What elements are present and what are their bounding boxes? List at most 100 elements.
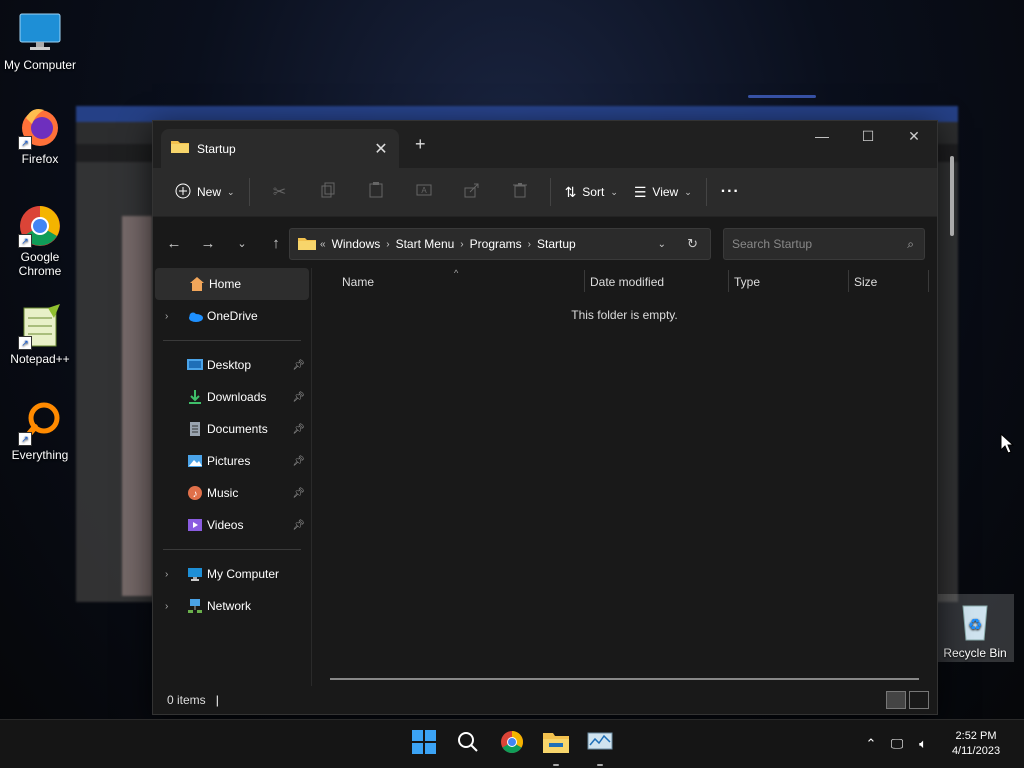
forward-button[interactable]: →	[191, 228, 225, 258]
search-input[interactable]	[724, 236, 894, 252]
breadcrumb-startup[interactable]: Startup	[537, 237, 576, 251]
status-divider: |	[215, 693, 219, 707]
horizontal-scrollbar[interactable]	[330, 678, 919, 680]
chevron-right-icon[interactable]: ›	[165, 311, 168, 322]
show-hidden-icons-icon[interactable]: ⌃	[858, 736, 884, 752]
back-button[interactable]: ←	[157, 228, 191, 258]
new-button[interactable]: New ⌄	[167, 176, 243, 208]
refresh-icon[interactable]: ↻	[687, 236, 698, 252]
column-divider[interactable]	[928, 270, 929, 292]
address-bar[interactable]: « Windows › Start Menu › Programs › Star…	[289, 228, 711, 260]
background-browser-page	[122, 216, 152, 596]
taskbar-resource-monitor[interactable]	[584, 728, 616, 766]
sidebar-item-network[interactable]: › Network	[153, 590, 311, 622]
svg-text:♪: ♪	[193, 489, 198, 500]
column-name[interactable]: Name	[342, 275, 374, 289]
recent-locations-button[interactable]: ⌄	[225, 228, 259, 258]
desktop-scrollbar[interactable]	[950, 156, 954, 236]
chevron-right-icon[interactable]: ›	[165, 569, 168, 580]
paste-button[interactable]	[352, 176, 400, 208]
pin-icon[interactable]: 📌︎	[292, 424, 305, 435]
sidebar-item-label: My Computer	[207, 567, 280, 581]
network-status-icon[interactable]: 🖵︎	[884, 736, 910, 752]
more-options-button[interactable]: ···	[713, 176, 748, 208]
rename-button[interactable]: A	[400, 176, 448, 208]
delete-button[interactable]	[496, 176, 544, 208]
desktop-icon-firefox[interactable]: ↗ Firefox	[0, 104, 80, 166]
close-tab-icon[interactable]: ✕	[371, 139, 391, 159]
maximize-button[interactable]: ☐	[845, 121, 891, 151]
column-divider[interactable]	[728, 270, 729, 292]
search-box[interactable]: ⌕	[723, 228, 925, 260]
up-button[interactable]: ↑	[259, 228, 293, 258]
column-divider[interactable]	[584, 270, 585, 292]
column-divider[interactable]	[848, 270, 849, 292]
pictures-icon	[187, 453, 203, 469]
shortcut-arrow-icon: ↗	[18, 336, 32, 350]
sidebar-item-onedrive[interactable]: › OneDrive	[153, 300, 311, 332]
chevron-down-icon: ⌄	[684, 186, 692, 197]
cut-button[interactable]: ✂	[256, 176, 304, 208]
desktop-icon-my-computer[interactable]: My Computer	[0, 10, 80, 72]
sidebar-item-videos[interactable]: Videos 📌︎	[153, 509, 311, 541]
share-button[interactable]	[448, 176, 496, 208]
arrow-right-icon: →	[200, 234, 216, 252]
cloud-icon	[187, 308, 203, 324]
taskbar-file-explorer[interactable]	[540, 728, 572, 766]
copy-button[interactable]	[304, 176, 352, 208]
everything-search-icon: ↗	[18, 400, 62, 446]
breadcrumb-windows[interactable]: Windows	[332, 237, 381, 251]
desktop-icon-notepadpp[interactable]: ↗ Notepad++	[0, 304, 80, 366]
view-button[interactable]: ☰ View ⌄	[626, 176, 700, 208]
pin-icon[interactable]: 📌︎	[292, 488, 305, 499]
tab-startup[interactable]: Startup ✕	[161, 129, 399, 168]
breadcrumb-separator-icon: ›	[460, 238, 464, 250]
sidebar-item-documents[interactable]: Documents 📌︎	[153, 413, 311, 445]
sidebar-item-label: Network	[207, 599, 252, 613]
chevron-down-icon: ⌄	[227, 186, 235, 197]
pin-icon[interactable]: 📌︎	[292, 520, 305, 531]
home-icon	[189, 276, 205, 292]
chevron-right-icon[interactable]: ›	[165, 601, 168, 612]
chrome-icon: ↗	[18, 202, 62, 248]
folder-icon	[543, 731, 569, 758]
new-tab-button[interactable]: +	[415, 134, 426, 155]
clock-time: 2:52 PM	[955, 730, 997, 742]
view-label: View	[652, 185, 679, 199]
volume-icon[interactable]: 🔈︎	[910, 736, 936, 752]
breadcrumb-programs[interactable]: Programs	[470, 237, 522, 251]
sidebar-item-home[interactable]: Home	[155, 268, 309, 300]
pin-icon[interactable]: 📌︎	[292, 360, 305, 371]
taskbar-search-button[interactable]	[452, 728, 484, 760]
tiles-view-button[interactable]	[909, 691, 929, 709]
column-size[interactable]: Size	[854, 275, 877, 289]
sidebar-item-pictures[interactable]: Pictures 📌︎	[153, 445, 311, 477]
column-type[interactable]: Type	[734, 275, 760, 289]
sort-button[interactable]: ⇅ Sort ⌄	[557, 176, 626, 208]
address-dropdown-icon[interactable]: ⌄	[658, 239, 666, 250]
taskbar-chrome[interactable]	[496, 728, 528, 760]
start-button[interactable]	[408, 728, 440, 760]
clock[interactable]: 2:52 PM 4/11/2023	[936, 729, 1016, 759]
explorer-body: Home › OneDrive Desktop 📌︎ Downloads 📌︎ …	[153, 268, 937, 686]
pin-icon[interactable]: 📌︎	[292, 392, 305, 403]
firefox-icon: ↗	[18, 104, 62, 150]
close-window-button[interactable]: ✕	[891, 121, 937, 151]
breadcrumb-start-menu[interactable]: Start Menu	[396, 237, 455, 251]
desktop-icon-label: Notepad++	[10, 352, 70, 366]
pin-icon[interactable]: 📌︎	[292, 456, 305, 467]
desktop-icon-recycle-bin[interactable]: ♻ Recycle Bin	[936, 594, 1014, 662]
details-view-button[interactable]	[886, 691, 906, 709]
desktop-icon-everything[interactable]: ↗ Everything	[0, 400, 80, 462]
sidebar-item-desktop[interactable]: Desktop 📌︎	[153, 349, 311, 381]
column-date-modified[interactable]: Date modified	[590, 275, 664, 289]
toolbar-divider	[248, 178, 250, 206]
running-indicator	[553, 764, 559, 766]
svg-text:♻: ♻	[968, 617, 982, 634]
desktop-icon-chrome[interactable]: ↗ Google Chrome	[0, 202, 80, 278]
sidebar-item-my-computer[interactable]: › My Computer	[153, 558, 311, 590]
sidebar-item-label: Home	[209, 277, 242, 291]
sidebar-item-downloads[interactable]: Downloads 📌︎	[153, 381, 311, 413]
minimize-button[interactable]: —	[799, 121, 845, 151]
sidebar-item-music[interactable]: ♪ Music 📌︎	[153, 477, 311, 509]
